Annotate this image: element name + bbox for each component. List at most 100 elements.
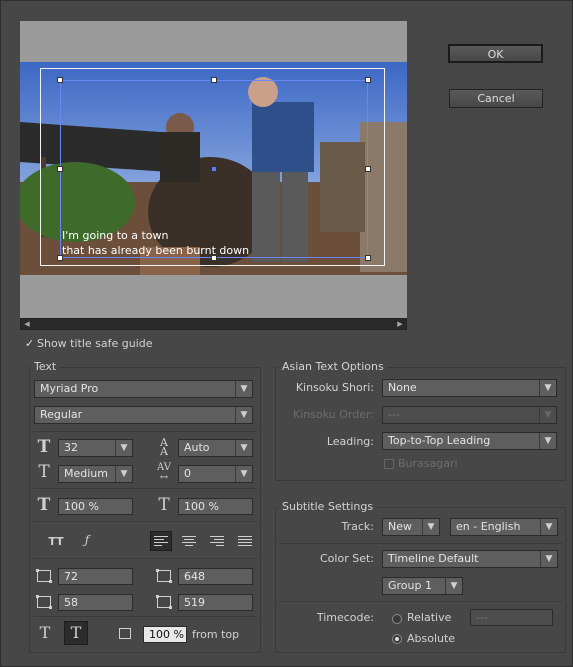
faux-italic-icon[interactable]: ƒ [79,534,95,546]
color-set-label: Color Set: [320,552,374,565]
font-style-dropdown[interactable]: Regular ▼ [34,406,253,424]
relative-label[interactable]: Relative [407,611,451,624]
handle-tl[interactable] [57,77,63,83]
chevron-down-icon: ▼ [539,380,556,396]
font-size-value: 32 [64,441,78,454]
text-box-icon: T [70,623,82,642]
leading-value: Auto [184,441,210,454]
subtitle-separator-2 [279,601,562,602]
chevron-down-icon: ▼ [445,578,462,594]
align-center-icon[interactable] [182,536,196,548]
vertical-text-icon[interactable]: T [36,625,54,641]
checkmark-icon[interactable]: ✓ [24,338,35,349]
burasagari-checkbox [384,459,394,469]
font-size-icon: T [37,437,51,457]
subtitle-settings-title: Subtitle Settings [279,500,377,513]
chevron-down-icon: ▼ [235,381,252,397]
chevron-down-icon: ▼ [235,466,252,482]
timecode-label: Timecode: [316,611,374,624]
font-family-dropdown[interactable]: Myriad Pro ▼ [34,380,253,398]
burasagari-label: Burasagari [398,457,458,470]
kinsoku-shori-dropdown[interactable]: None ▼ [382,379,557,397]
justify-icon[interactable] [238,536,252,548]
chevron-down-icon: ▼ [540,551,557,567]
language-value: en - English [456,520,521,533]
track-dropdown[interactable]: New ▼ [382,518,440,536]
chevron-down-icon: ▼ [235,440,252,456]
left-margin-field[interactable]: 72 [58,568,133,585]
font-weight-value: Medium [64,467,108,480]
align-right-icon[interactable] [210,536,224,548]
kinsoku-order-value: --- [388,408,400,421]
text-separator-3 [33,521,257,522]
handle-ml[interactable] [57,166,63,172]
video-frame: I'm going to a town that has already bee… [20,62,407,275]
all-caps-button[interactable]: TT [45,536,67,547]
font-family-value: Myriad Pro [40,382,99,395]
font-style-value: Regular [40,408,83,421]
chevron-down-icon: ▼ [115,440,132,456]
absolute-label[interactable]: Absolute [407,632,455,645]
tracking-value: 0 [184,467,191,480]
from-top-label: from top [192,628,240,641]
cancel-button[interactable]: Cancel [449,89,543,108]
kinsoku-shori-value: None [388,381,417,394]
handle-br[interactable] [365,255,371,261]
text-separator-5 [33,616,257,617]
scroll-right-arrow[interactable]: ▶ [394,319,406,329]
kinsoku-shori-label: Kinsoku Shori: [295,381,374,394]
language-dropdown[interactable]: en - English ▼ [450,518,558,536]
leading-label: Leading: [326,435,374,448]
asian-leading-dropdown[interactable]: Top-to-Top Leading ▼ [382,432,557,450]
horizontal-scale-field[interactable]: 100 % [58,498,133,515]
font-weight-dropdown[interactable]: Medium ▼ [58,465,133,483]
group-value: Group 1 [388,579,432,592]
leading-dropdown[interactable]: Auto ▼ [178,439,253,457]
absolute-radio[interactable] [392,634,402,644]
tracking-icon: AV ↔ [157,462,171,483]
chevron-down-icon: ▼ [115,466,132,482]
relative-radio[interactable] [392,614,402,624]
subtitle-line-1: I'm going to a town [62,229,169,242]
handle-tr[interactable] [365,77,371,83]
chevron-down-icon: ▼ [539,407,556,423]
top-margin-icon [36,595,52,609]
chevron-down-icon: ▼ [235,407,252,423]
track-label: Track: [341,520,375,533]
handle-center[interactable] [211,166,217,172]
color-set-value: Timeline Default [388,552,479,565]
top-margin-field[interactable]: 58 [58,594,133,611]
vertical-scale-field[interactable]: 100 % [178,498,253,515]
text-separator-1 [33,431,257,432]
preview-scrollbar[interactable] [20,318,407,330]
right-margin-icon [156,569,172,583]
bottom-margin-field[interactable]: 519 [178,594,253,611]
kinsoku-order-label: Kinsoku Order: [293,408,374,421]
leading-icon: AA [160,436,168,458]
bottom-offset-field[interactable]: 100 % [143,626,187,643]
ok-button[interactable]: OK [448,44,543,63]
handle-mr[interactable] [365,166,371,172]
horizontal-scale-icon: T [37,495,51,515]
text-separator-4 [33,558,257,559]
subtitle-dialog: I'm going to a town that has already bee… [0,0,573,667]
handle-tm[interactable] [211,77,217,83]
subtitle-separator-1 [279,543,562,544]
color-set-dropdown[interactable]: Timeline Default ▼ [382,550,558,568]
text-separator-2 [33,488,257,489]
position-icon [119,628,131,639]
align-left-icon [154,536,168,548]
scroll-left-arrow[interactable]: ◀ [21,319,33,329]
tracking-dropdown[interactable]: 0 ▼ [178,465,253,483]
font-size-dropdown[interactable]: 32 ▼ [58,439,133,457]
chevron-down-icon: ▼ [540,519,557,535]
kinsoku-order-dropdown: --- ▼ [382,406,557,424]
chevron-down-icon: ▼ [422,519,439,535]
bottom-margin-icon [156,595,172,609]
asian-leading-value: Top-to-Top Leading [388,434,491,447]
safe-guide-label[interactable]: Show title safe guide [37,337,153,350]
right-margin-field[interactable]: 648 [178,568,253,585]
chevron-down-icon: ▼ [539,433,556,449]
track-value: New [388,520,412,533]
group-dropdown[interactable]: Group 1 ▼ [382,577,463,595]
